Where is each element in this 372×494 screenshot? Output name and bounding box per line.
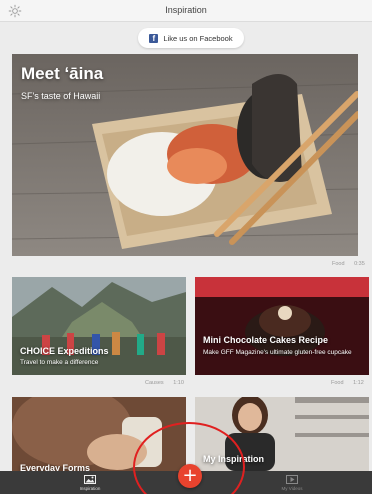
hero-category: Food [332, 261, 345, 267]
add-project-button[interactable]: + [178, 464, 202, 488]
top-bar: Inspiration [0, 0, 372, 22]
tab-label: My Videos [281, 485, 303, 491]
tab-inspiration[interactable]: Inspiration [55, 471, 125, 494]
video-card-my-inspiration[interactable]: My Inspiration [195, 397, 369, 471]
facebook-icon: f [149, 33, 159, 43]
card-meta: Food 1:12 [331, 380, 364, 386]
like-facebook-button[interactable]: f Like us on Facebook [138, 28, 244, 48]
hero-title: Meet ʻāina [21, 64, 104, 83]
hero-duration: 0:35 [354, 261, 365, 267]
page-title: Inspiration [165, 5, 207, 15]
hero-meta: Food 0:35 [332, 261, 365, 267]
card-meta: Causes 1:10 [145, 380, 184, 386]
hero-subtitle: SF's taste of Hawaii [21, 91, 101, 101]
card-image [12, 397, 186, 471]
play-icon [286, 474, 298, 484]
card-duration: 1:10 [173, 380, 184, 386]
card-title: CHOICE Expeditions [20, 346, 109, 356]
tab-my-videos[interactable]: My Videos [257, 471, 327, 494]
card-image [195, 277, 369, 375]
card-duration: 1:12 [353, 380, 364, 386]
video-card-everyday-forms[interactable]: Everyday Forms [12, 397, 186, 471]
card-category: Food [331, 380, 344, 386]
image-icon [84, 474, 96, 484]
plus-icon: + [182, 465, 198, 486]
hero-image [12, 54, 358, 256]
tab-label: Inspiration [79, 485, 101, 491]
video-card-chocolate[interactable]: Mini Chocolate Cakes Recipe Make GFF Mag… [195, 277, 369, 375]
card-category: Causes [145, 380, 164, 386]
card-title: My Inspiration [203, 454, 265, 464]
facebook-label: Like us on Facebook [163, 33, 233, 43]
card-title: Mini Chocolate Cakes Recipe [203, 335, 329, 345]
card-subtitle: Make GFF Magazine's ultimate gluten-free… [203, 349, 352, 356]
video-card-choice[interactable]: CHOICE Expeditions Travel to make a diff… [12, 277, 186, 375]
card-subtitle: Travel to make a difference [20, 359, 99, 366]
hero-card[interactable]: Meet ʻāina SF's taste of Hawaii [12, 54, 358, 256]
card-title: Everyday Forms [20, 463, 91, 471]
